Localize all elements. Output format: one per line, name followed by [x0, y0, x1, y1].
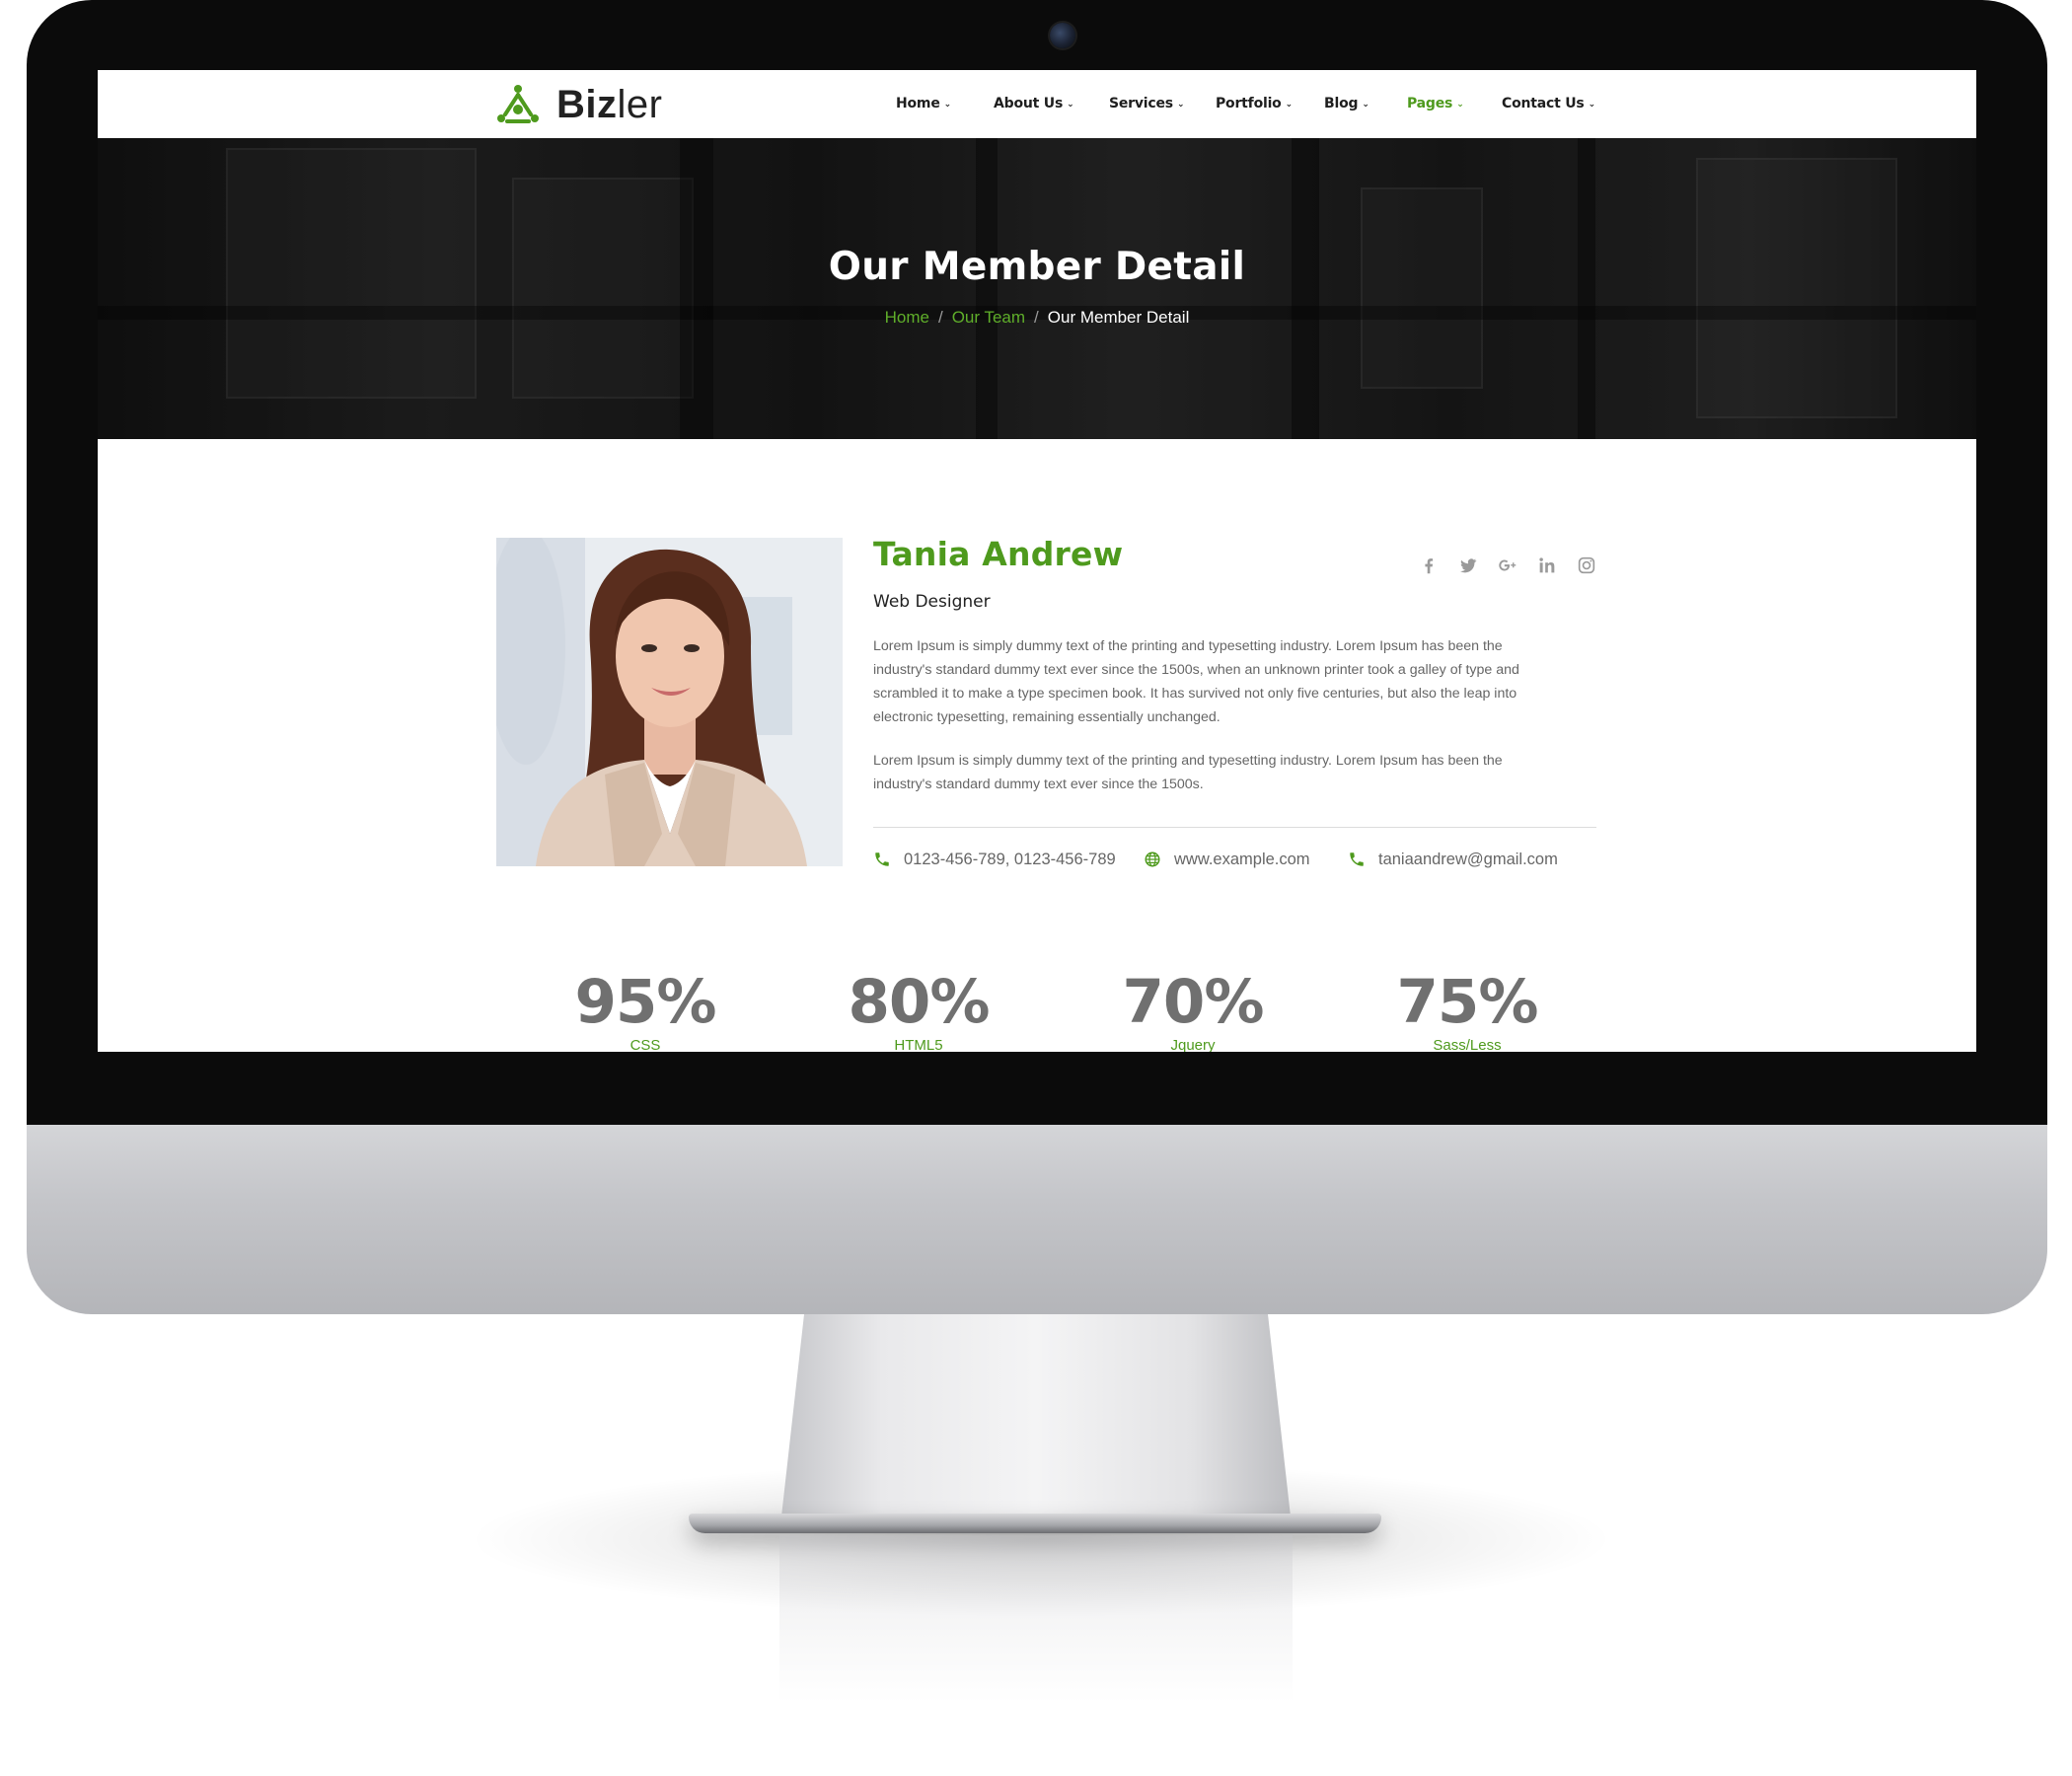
skill-value: 75% — [1396, 967, 1538, 1037]
twitter-icon[interactable] — [1457, 555, 1481, 578]
divider — [873, 827, 1596, 828]
monitor-stand-base — [689, 1514, 1381, 1533]
chevron-down-icon: ⌄ — [1362, 100, 1369, 110]
chevron-down-icon: ⌄ — [1285, 100, 1294, 110]
breadcrumb-separator: / — [1034, 308, 1039, 327]
instagram-icon[interactable] — [1576, 555, 1599, 578]
contact-phone: 0123-456-789, 0123-456-789 — [873, 848, 1116, 871]
contact-email[interactable]: taniaandrew@gmail.com — [1348, 848, 1558, 871]
skill-counter: 95% CSS — [547, 967, 744, 1053]
skill-value: 95% — [574, 967, 716, 1037]
screen: Bizler Home ⌄ About Us ⌄ Services ⌄ Portfol… — [98, 70, 1976, 1052]
member-name: Tania Andrew — [873, 535, 1124, 573]
page-header-banner: Our Member Detail Home / Our Team / Our Memb… — [98, 138, 1976, 439]
phone-number: 0123-456-789, 0123-456-789 — [904, 850, 1116, 868]
breadcrumb-our-team[interactable]: Our Team — [952, 308, 1025, 327]
nav-item-portfolio[interactable]: Portfolio ⌄ — [1216, 96, 1293, 111]
breadcrumb-home[interactable]: Home — [885, 308, 929, 327]
nav-item-about-us[interactable]: About Us ⌄ — [994, 96, 1074, 111]
page-title: Our Member Detail — [828, 245, 1246, 289]
member-bio-paragraph: Lorem Ipsum is simply dummy text of the … — [873, 638, 1519, 725]
phone-icon — [875, 852, 889, 866]
skill-label: Jquery — [1170, 1037, 1216, 1052]
member-role: Web Designer — [873, 592, 991, 612]
nav-item-contact-us[interactable]: Contact Us ⌄ — [1502, 96, 1595, 111]
contact-website[interactable]: www.example.com — [1144, 848, 1310, 871]
website-link[interactable]: www.example.com — [1174, 851, 1310, 869]
nav-item-blog[interactable]: Blog ⌄ — [1324, 96, 1369, 111]
chevron-down-icon: ⌄ — [1456, 100, 1464, 110]
google-plus-icon[interactable] — [1497, 555, 1520, 578]
breadcrumb-current: Our Member Detail — [1047, 308, 1190, 327]
member-photo — [496, 538, 843, 866]
email-link[interactable]: taniaandrew@gmail.com — [1378, 851, 1558, 869]
phone-icon — [1350, 852, 1364, 866]
skill-counter: 75% Sass/Less — [1369, 967, 1566, 1053]
breadcrumb: Home / Our Team / Our Member Detail — [98, 308, 1976, 328]
skill-value: 70% — [1122, 967, 1264, 1037]
skill-label: CSS — [629, 1037, 661, 1052]
chevron-down-icon: ⌄ — [1176, 100, 1185, 110]
navbar: Bizler Home ⌄ About Us ⌄ Services ⌄ Portfol… — [98, 70, 1976, 138]
chevron-down-icon: ⌄ — [1067, 100, 1074, 110]
monitor-chin — [27, 1125, 2047, 1314]
skill-value: 80% — [848, 967, 990, 1037]
breadcrumb-separator: / — [937, 308, 943, 327]
main-nav: Home ⌄ About Us ⌄ Services ⌄ Portfolio ⌄ Blo… — [98, 96, 1976, 115]
nav-item-home[interactable]: Home ⌄ — [896, 96, 951, 111]
nav-item-services[interactable]: Services ⌄ — [1109, 96, 1184, 111]
nav-item-pages[interactable]: Pages ⌄ — [1407, 96, 1464, 111]
skill-counter: 70% Jquery — [1094, 967, 1292, 1053]
camera-icon — [1050, 23, 1075, 48]
skill-label: Sass/Less — [1433, 1037, 1502, 1052]
member-bio-paragraph: Lorem Ipsum is simply dummy text of the … — [873, 753, 1503, 792]
stand-reflection — [779, 1535, 1293, 1703]
facebook-icon[interactable] — [1418, 555, 1442, 578]
globe-icon — [1145, 851, 1160, 867]
skill-label: HTML5 — [894, 1037, 943, 1052]
chevron-down-icon: ⌄ — [1588, 100, 1596, 110]
skill-counter: 80% HTML5 — [820, 967, 1017, 1053]
linkedin-icon[interactable] — [1536, 555, 1560, 578]
monitor-stand — [781, 1314, 1291, 1517]
chevron-down-icon: ⌄ — [943, 100, 952, 110]
